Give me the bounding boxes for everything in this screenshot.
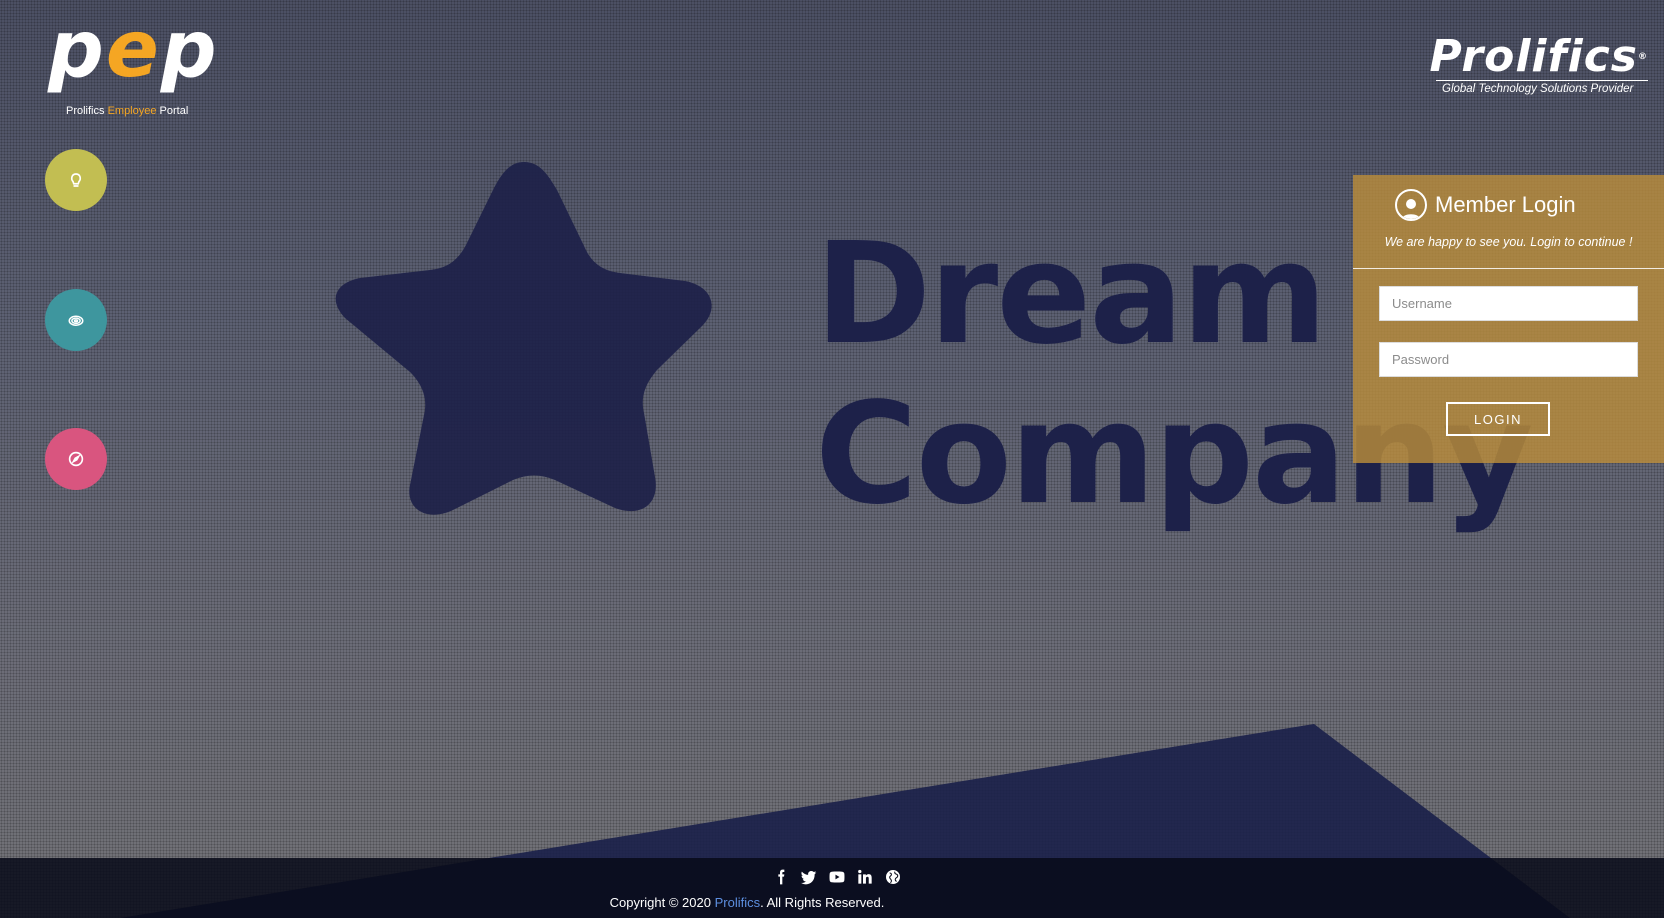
login-divider [1353, 268, 1664, 269]
star-graphic [335, 162, 712, 515]
login-panel: Member Login We are happy to see you. Lo… [1353, 175, 1664, 463]
prolifics-logo-tagline: Global Technology Solutions Provider [1436, 80, 1648, 95]
username-input[interactable] [1379, 286, 1638, 321]
pep-logo-text: pep [48, 5, 219, 95]
side-button-ideas[interactable] [45, 149, 107, 211]
twitter-link[interactable] [800, 868, 818, 886]
footer: Copyright © 2020 Prolifics. All Rights R… [0, 858, 1664, 918]
prolifics-logo[interactable]: Prolifics® Global Technology Solutions P… [1428, 34, 1648, 95]
login-title: Member Login [1435, 192, 1576, 217]
youtube-link[interactable] [828, 868, 846, 886]
compass-icon [68, 451, 84, 467]
spiral-icon [68, 315, 84, 326]
youtube-icon [829, 871, 845, 883]
copyright-text: Copyright © 2020 Prolifics. All Rights R… [609, 895, 885, 910]
prolifics-logo-name: Prolifics® [1429, 31, 1648, 82]
login-button[interactable]: LOGIN [1446, 402, 1550, 436]
lightbulb-icon [70, 173, 82, 187]
user-icon [1395, 189, 1427, 221]
portal-tagline: Prolifics Employee Portal [66, 105, 189, 117]
website-link[interactable] [884, 868, 902, 886]
side-button-spiral[interactable] [45, 289, 107, 351]
twitter-icon [801, 870, 817, 885]
facebook-link[interactable] [772, 868, 790, 886]
pep-logo[interactable]: pep [44, 5, 219, 95]
globe-icon [886, 870, 900, 884]
login-subtitle: We are happy to see you. Login to contin… [1384, 235, 1633, 249]
side-button-compass[interactable] [45, 428, 107, 490]
password-input[interactable] [1379, 342, 1638, 377]
linkedin-link[interactable] [856, 868, 874, 886]
linkedin-icon [858, 869, 872, 884]
prolifics-footer-link[interactable]: Prolifics [715, 895, 761, 910]
facebook-icon [778, 869, 785, 885]
login-header: Member Login [1395, 189, 1576, 221]
social-links [772, 868, 902, 886]
